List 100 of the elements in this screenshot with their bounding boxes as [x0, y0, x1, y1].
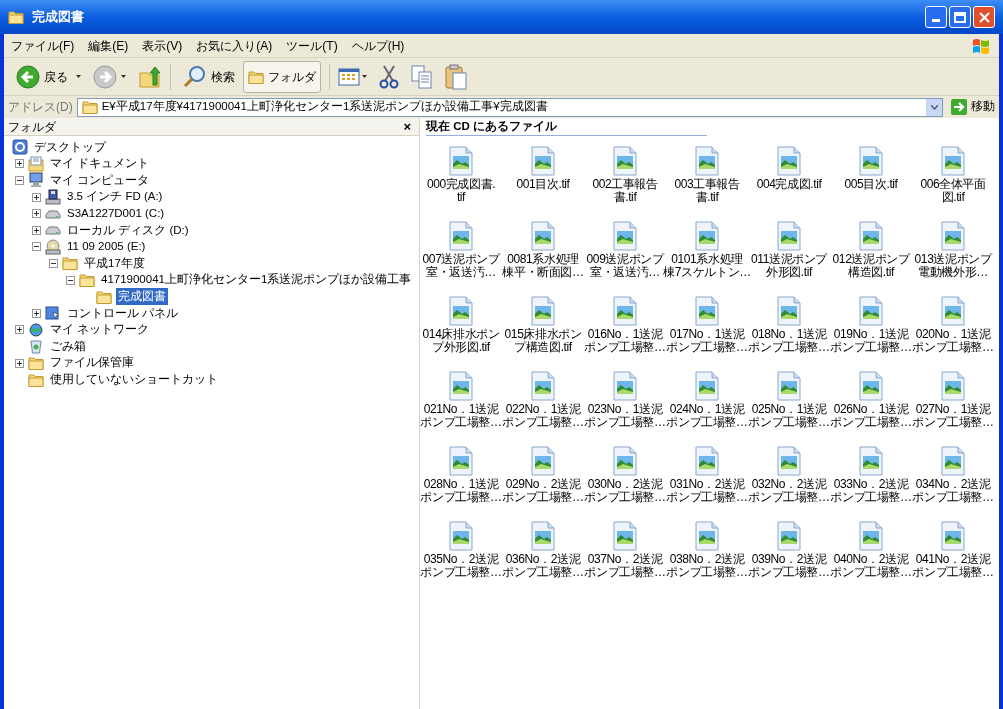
computer-icon — [28, 172, 44, 189]
file-name[interactable]: 021No．1送泥 ポンプ工場整… — [420, 403, 502, 429]
image-file-icon — [448, 146, 474, 176]
file-name[interactable]: 002工事報告 書.tif — [592, 178, 658, 204]
expand-toggle-icon[interactable] — [32, 308, 41, 318]
tree-item[interactable]: デスクトップ — [32, 138, 108, 156]
tree-item[interactable]: マイ ネットワーク — [48, 321, 152, 339]
menu-item[interactable]: お気に入り(A) — [189, 36, 280, 55]
tree-item[interactable]: 11 09 2005 (E:) — [65, 238, 148, 256]
file-name[interactable]: 009送泥ポンプ 室・返送汚… — [586, 253, 664, 279]
tree-item[interactable]: マイ コンピュータ — [48, 171, 152, 190]
close-pane-button[interactable]: × — [403, 120, 411, 133]
file-name[interactable]: 011送泥ポンプ 外形図.tif — [751, 253, 827, 279]
tree-item[interactable]: ごみ箱 — [48, 337, 88, 356]
image-file-icon — [940, 221, 966, 251]
tree-item[interactable]: S3A1227D001 (C:) — [65, 205, 167, 223]
file-name[interactable]: 022No．1送泥 ポンプ工場整… — [502, 403, 584, 429]
tree-item[interactable]: コントロール パネル — [65, 304, 181, 322]
tree-item[interactable]: 使用していないショートカット — [48, 371, 220, 389]
file-name[interactable]: 016No．1送泥 ポンプ工場整… — [584, 328, 666, 354]
file-name[interactable]: 019No．1送泥 ポンプ工場整… — [830, 328, 912, 354]
folder-icon — [28, 372, 44, 387]
file-name[interactable]: 039No．2送泥 ポンプ工場整… — [748, 553, 830, 579]
menu-item[interactable]: 編集(E) — [81, 36, 136, 55]
file-name[interactable]: 033No．2送泥 ポンプ工場整… — [830, 478, 912, 504]
image-file-icon — [530, 521, 556, 551]
expand-toggle-icon[interactable] — [15, 358, 24, 368]
file-name[interactable]: 018No．1送泥 ポンプ工場整… — [748, 328, 830, 354]
tree-item[interactable]: マイ ドキュメント — [48, 155, 152, 173]
folders-button[interactable]: フォルダ — [243, 60, 321, 93]
file-name[interactable]: 025No．1送泥 ポンプ工場整… — [748, 403, 830, 429]
address-field[interactable]: E¥平成17年度¥4171900041上町浄化センター1系送泥ポンプほか設備工事¥完成図書 — [76, 97, 943, 117]
file-name[interactable]: 0101系水処理 棟7スケルトン… — [663, 253, 751, 279]
back-button[interactable]: 戻る — [12, 61, 72, 92]
image-file-icon — [694, 446, 720, 476]
tree-item[interactable]: 3.5 インチ FD (A:) — [65, 188, 165, 206]
expand-toggle-icon[interactable] — [15, 159, 24, 169]
tree-item[interactable]: 平成17年度 — [82, 254, 147, 273]
file-name[interactable]: 001目次.tif — [516, 178, 570, 191]
file-name[interactable]: 040No．2送泥 ポンプ工場整… — [830, 553, 912, 579]
file-name[interactable]: 015床排水ポン プ構造図.tif — [504, 328, 582, 354]
image-file-icon — [940, 371, 966, 401]
paste-button[interactable] — [445, 61, 467, 92]
expand-toggle-icon[interactable] — [32, 225, 41, 235]
image-file-icon — [776, 146, 802, 176]
minimize-icon — [932, 19, 940, 22]
tree-item[interactable]: ローカル ディスク (D:) — [65, 221, 191, 239]
collapse-toggle-icon[interactable] — [15, 176, 24, 185]
copy-icon — [411, 64, 433, 89]
menu-item[interactable]: 表示(V) — [135, 36, 190, 55]
file-name[interactable]: 013送泥ポンプ 電動機外形… — [914, 253, 992, 279]
image-file-icon — [530, 221, 556, 251]
file-name[interactable]: 006全体平面 図.tif — [920, 178, 986, 204]
file-name[interactable]: 017No．1送泥 ポンプ工場整… — [666, 328, 748, 354]
close-button[interactable] — [973, 6, 995, 28]
file-name[interactable]: 005目次.tif — [844, 178, 898, 191]
file-name[interactable]: 035No．2送泥 ポンプ工場整… — [420, 553, 502, 579]
file-name[interactable]: 041No．2送泥 ポンプ工場整… — [912, 553, 994, 579]
file-name[interactable]: 012送泥ポンプ 構造図.tif — [832, 253, 910, 279]
file-name[interactable]: 014床排水ポン プ外形図.tif — [422, 328, 500, 354]
tree-item[interactable]: ファイル保管庫 — [48, 354, 136, 372]
file-name[interactable]: 031No．2送泥 ポンプ工場整… — [666, 478, 748, 504]
file-name[interactable]: 007送泥ポンプ 室・返送汚… — [422, 253, 500, 279]
file-name[interactable]: 028No．1送泥 ポンプ工場整… — [420, 478, 502, 504]
chevron-down-icon — [930, 104, 938, 110]
file-name[interactable]: 030No．2送泥 ポンプ工場整… — [584, 478, 666, 504]
menu-item[interactable]: ヘルプ(H) — [344, 36, 412, 55]
search-button[interactable]: 検索 — [179, 61, 239, 92]
image-file-icon — [694, 296, 720, 326]
caret-icon — [362, 75, 367, 78]
file-name[interactable]: 038No．2送泥 ポンプ工場整… — [666, 553, 748, 579]
tree-item[interactable]: 完成図書 — [116, 288, 168, 306]
menu-item[interactable]: ツール(T) — [279, 36, 345, 55]
collapse-toggle-icon[interactable] — [32, 242, 41, 252]
tree-item[interactable]: 4171900041上町浄化センター1系送泥ポンプほか設備工事 — [99, 271, 414, 289]
dropdown-button[interactable] — [926, 98, 942, 116]
expand-toggle-icon[interactable] — [15, 325, 24, 335]
file-name[interactable]: 027No．1送泥 ポンプ工場整… — [912, 403, 994, 429]
menu-item[interactable]: ファイル(F) — [4, 36, 82, 55]
minimize-button[interactable] — [925, 6, 947, 28]
file-name[interactable]: 034No．2送泥 ポンプ工場整… — [912, 478, 994, 504]
file-name[interactable]: 024No．1送泥 ポンプ工場整… — [666, 403, 748, 429]
image-file-icon — [612, 446, 638, 476]
go-button[interactable]: 移動 — [947, 98, 999, 116]
file-name[interactable]: 004完成図.tif — [756, 178, 822, 191]
file-name[interactable]: 032No．2送泥 ポンプ工場整… — [748, 478, 830, 504]
file-name[interactable]: 036No．2送泥 ポンプ工場整… — [502, 553, 584, 579]
collapse-toggle-icon[interactable] — [66, 275, 75, 285]
file-name[interactable]: 026No．1送泥 ポンプ工場整… — [830, 403, 912, 429]
collapse-toggle-icon[interactable] — [49, 258, 58, 268]
file-name[interactable]: 0081系水処理 棟平・断面図… — [502, 253, 584, 279]
file-name[interactable]: 037No．2送泥 ポンプ工場整… — [584, 553, 666, 579]
expand-toggle-icon[interactable] — [32, 192, 41, 202]
file-name[interactable]: 003工事報告 書.tif — [674, 178, 740, 204]
file-name[interactable]: 020No．1送泥 ポンプ工場整… — [912, 328, 994, 354]
file-name[interactable]: 000完成図書. tif — [426, 178, 496, 204]
expand-toggle-icon[interactable] — [32, 209, 41, 219]
file-name[interactable]: 023No．1送泥 ポンプ工場整… — [584, 403, 666, 429]
maximize-button[interactable] — [949, 6, 971, 28]
file-name[interactable]: 029No．2送泥 ポンプ工場整… — [502, 478, 584, 504]
